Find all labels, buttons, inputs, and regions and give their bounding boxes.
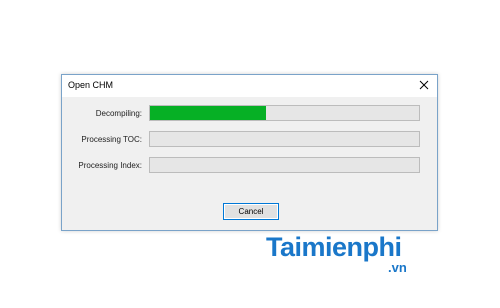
title-bar: Open CHM [62,75,437,97]
close-icon[interactable] [417,78,431,92]
logo-suffix: .vn [388,260,407,275]
decompiling-progress-bar [149,105,420,121]
processing-index-progress-bar [149,157,420,173]
cancel-button[interactable]: Cancel [223,203,279,220]
decompiling-progress-fill [150,106,266,120]
processing-toc-progress-bar [149,131,420,147]
logo-text: Taimienphi [266,232,402,262]
decompiling-label: Decompiling: [95,109,142,118]
open-chm-dialog: Open CHM Decompiling: Processing TOC: Pr… [61,74,438,231]
processing-toc-label: Processing TOC: [81,135,142,144]
processing-index-label: Processing Index: [78,161,142,170]
dialog-title: Open CHM [68,80,114,90]
taimienphi-logo: Taimienphi .vn [266,232,407,275]
